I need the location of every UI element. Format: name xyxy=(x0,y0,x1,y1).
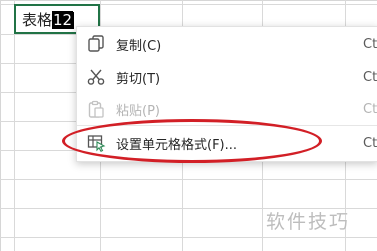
cell-text-plain: 表格 xyxy=(22,11,53,29)
cell-text-selected: 12 xyxy=(52,11,74,29)
menu-item-shortcut: Ctr xyxy=(363,70,377,85)
menu-item-cut[interactable]: 剪切(T) Ctr xyxy=(77,61,377,94)
context-menu: 复制(C) Ct 剪切(T) Ctr 粘贴(P) Ctr 设置单元格格式(F).… xyxy=(76,26,377,162)
paste-icon xyxy=(88,100,104,118)
scissors-icon xyxy=(87,69,105,85)
gridline xyxy=(14,0,15,251)
watermark: 软件技巧 xyxy=(266,211,351,233)
menu-item-label: 复制(C) xyxy=(116,39,162,54)
menu-separator xyxy=(77,125,377,126)
gridline xyxy=(0,179,377,180)
menu-item-copy[interactable]: 复制(C) Ct xyxy=(77,28,377,61)
menu-item-paste[interactable]: 粘贴(P) Ctr xyxy=(77,93,377,126)
menu-item-format-cells[interactable]: 设置单元格格式(F)... Ct xyxy=(77,127,377,160)
menu-item-shortcut: Ct xyxy=(363,37,377,52)
menu-item-shortcut: Ct xyxy=(363,136,377,151)
copy-icon xyxy=(88,35,104,52)
cell-editor-text[interactable]: 表格12 xyxy=(22,9,75,31)
menu-item-label: 粘贴(P) xyxy=(116,104,160,119)
menu-item-shortcut: Ctr xyxy=(363,102,377,117)
format-cells-icon xyxy=(87,135,106,153)
menu-item-label: 剪切(T) xyxy=(116,72,161,87)
gridline xyxy=(0,237,377,238)
menu-item-label: 设置单元格格式(F)... xyxy=(116,138,238,153)
text-caret xyxy=(73,12,75,29)
